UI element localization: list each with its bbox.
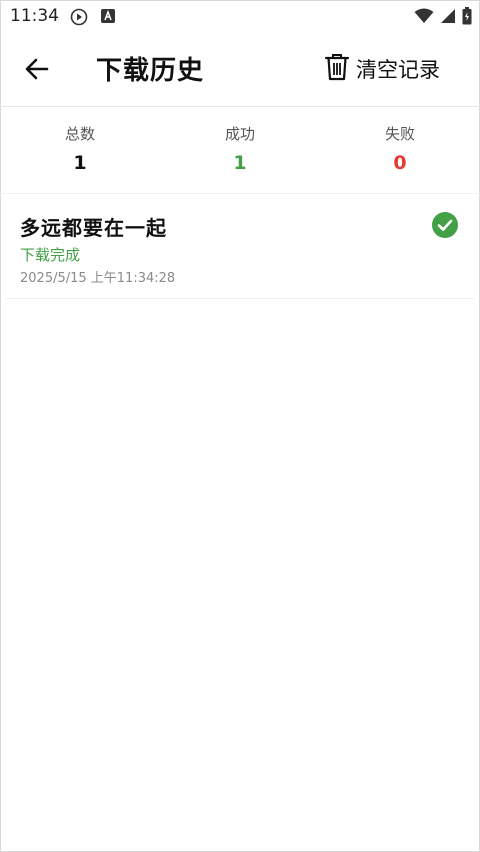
- clear-history-label: 清空记录: [356, 58, 440, 82]
- back-button[interactable]: [22, 54, 52, 84]
- status-time: 11:34: [10, 6, 59, 26]
- history-item-title: 多远都要在一起: [20, 216, 167, 240]
- stat-success: 成功 1: [180, 123, 300, 174]
- stat-failed-value: 0: [393, 152, 407, 174]
- check-circle-icon: [432, 212, 458, 238]
- status-right-icons: [414, 7, 472, 29]
- signal-icon: [440, 8, 456, 28]
- stat-success-label: 成功: [224, 125, 255, 143]
- stat-total: 总数 1: [20, 123, 140, 174]
- arrow-left-icon: [25, 58, 49, 80]
- a-badge-icon: [100, 8, 116, 28]
- clear-history-button[interactable]: 清空记录: [324, 52, 440, 86]
- play-circle-icon: [70, 8, 88, 30]
- page-title: 下载历史: [96, 56, 205, 86]
- battery-icon: [462, 7, 472, 29]
- history-item-timestamp: 2025/5/15 上午11:34:28: [20, 271, 176, 286]
- stat-success-value: 1: [233, 152, 247, 174]
- stat-failed: 失败 0: [340, 123, 460, 174]
- stat-total-value: 1: [73, 152, 87, 174]
- history-item[interactable]: 多远都要在一起 下载完成 2025/5/15 上午11:34:28: [6, 194, 474, 299]
- stats-summary: 总数 1 成功 1 失败 0: [0, 107, 480, 194]
- stat-failed-label: 失败: [384, 125, 415, 143]
- status-bar: 11:34: [0, 0, 480, 32]
- history-item-status: 下载完成: [20, 246, 81, 264]
- stat-total-label: 总数: [64, 125, 95, 143]
- app-bar: 下载历史 清空记录: [0, 32, 480, 107]
- trash-icon: [324, 52, 350, 86]
- wifi-icon: [414, 8, 434, 28]
